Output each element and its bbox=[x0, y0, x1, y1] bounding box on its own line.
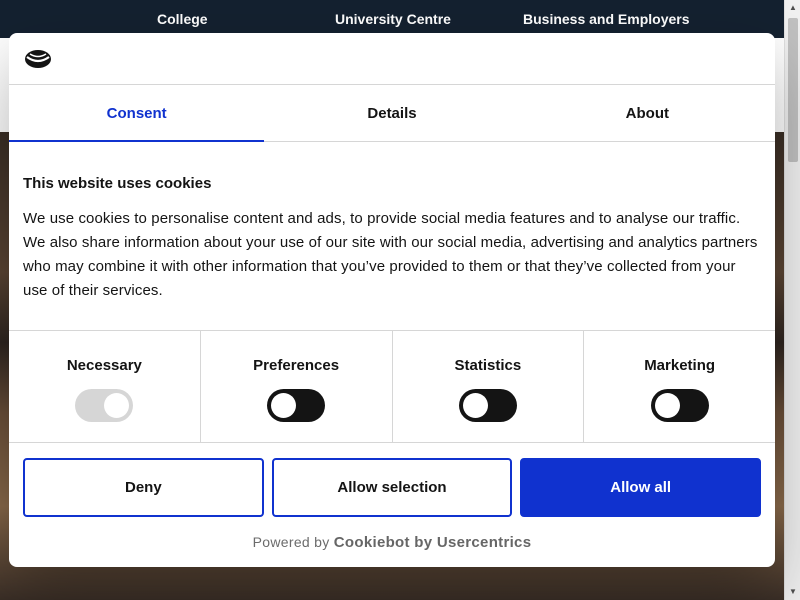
scroll-up-arrow-icon[interactable]: ▲ bbox=[785, 0, 800, 16]
scroll-thumb[interactable] bbox=[788, 18, 798, 162]
cookie-consent-dialog: Consent Details About This website uses … bbox=[9, 33, 775, 567]
toggle-group-statistics: Statistics bbox=[393, 331, 585, 442]
dialog-header bbox=[9, 33, 775, 85]
consent-body-text: We use cookies to personalise content an… bbox=[23, 210, 758, 299]
toggle-knob bbox=[104, 393, 130, 418]
cookiebot-logo-icon bbox=[25, 50, 51, 68]
consent-content: This website uses cookies We use cookies… bbox=[9, 142, 775, 330]
allow-selection-button[interactable]: Allow selection bbox=[271, 458, 513, 517]
toggle-group-preferences: Preferences bbox=[201, 331, 393, 442]
consent-buttons: Deny Allow selection Allow all bbox=[9, 443, 775, 517]
toggle-label-marketing: Marketing bbox=[644, 357, 716, 374]
nav-link-university-centre[interactable]: University Centre bbox=[335, 11, 451, 27]
toggle-group-marketing: Marketing bbox=[584, 331, 775, 442]
toggle-marketing[interactable] bbox=[650, 389, 709, 422]
toggle-knob bbox=[462, 393, 488, 418]
toggle-statistics[interactable] bbox=[458, 389, 517, 422]
consent-heading: This website uses cookies bbox=[23, 175, 212, 192]
toggle-knob bbox=[654, 393, 680, 418]
tab-consent[interactable]: Consent bbox=[9, 85, 265, 142]
consent-toggles: Necessary Preferences Statistics Marketi… bbox=[9, 330, 775, 443]
toggle-label-necessary: Necessary bbox=[66, 357, 142, 374]
scroll-down-arrow-icon[interactable]: ▼ bbox=[785, 584, 800, 600]
toggle-preferences[interactable] bbox=[267, 389, 326, 422]
cookiebot-brand-link[interactable]: Cookiebot by Usercentrics bbox=[334, 534, 532, 551]
nav-link-college[interactable]: College bbox=[157, 11, 208, 27]
powered-by-prefix: Powered by bbox=[252, 534, 330, 550]
toggle-necessary bbox=[75, 389, 134, 422]
toggle-knob bbox=[271, 393, 297, 418]
nav-link-business-employers[interactable]: Business and Employers bbox=[523, 11, 690, 27]
tab-details[interactable]: Details bbox=[264, 85, 519, 141]
deny-button[interactable]: Deny bbox=[23, 458, 264, 517]
dialog-tabs: Consent Details About bbox=[9, 85, 775, 142]
toggle-label-preferences: Preferences bbox=[253, 357, 340, 374]
powered-by: Powered by Cookiebot by Usercentrics bbox=[9, 534, 775, 551]
toggle-group-necessary: Necessary bbox=[9, 331, 201, 442]
page-scrollbar[interactable]: ▲ ▼ bbox=[784, 0, 800, 600]
allow-all-button[interactable]: Allow all bbox=[520, 458, 762, 517]
toggle-label-statistics: Statistics bbox=[454, 357, 522, 374]
tab-about[interactable]: About bbox=[520, 85, 775, 141]
